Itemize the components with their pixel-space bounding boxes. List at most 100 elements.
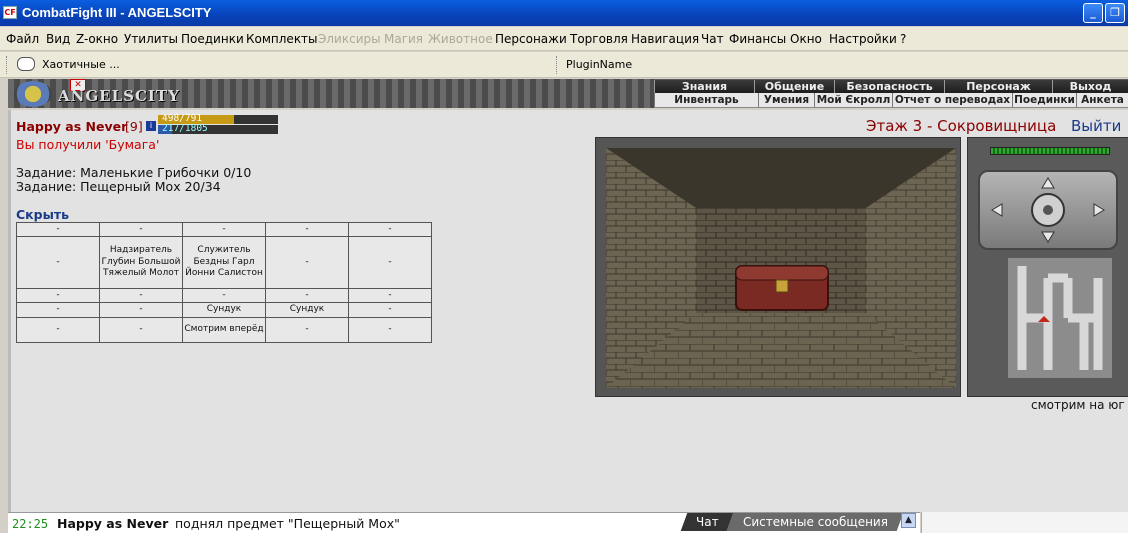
- quest-line: Задание: Маленькие Грибочки 0/10: [16, 165, 252, 180]
- cell[interactable]: -: [265, 222, 349, 237]
- menu-elixirs[interactable]: Эликсиры: [318, 32, 381, 46]
- nav-duels[interactable]: Поединки: [1012, 93, 1076, 107]
- cell-monster[interactable]: Надзиратель Глубин Большой Тяжелый Молот: [99, 236, 183, 289]
- mana-value: 217/1805: [162, 123, 208, 134]
- menu-characters[interactable]: Персонажи: [495, 32, 567, 46]
- nav-my-scroll[interactable]: Мой Єкролл: [814, 93, 892, 107]
- compass-control[interactable]: [978, 170, 1118, 250]
- nav-security[interactable]: Безопасность: [834, 80, 944, 93]
- toolbar-grip[interactable]: [6, 56, 9, 74]
- cell[interactable]: -: [99, 302, 183, 318]
- menu-view[interactable]: Вид: [46, 32, 70, 46]
- game-main: Happy as Never [9] i 498/791 217/1805 Вы…: [8, 110, 1128, 512]
- navigation-panel: [967, 137, 1128, 397]
- chevron-up-icon[interactable]: ▲: [901, 513, 916, 528]
- cell[interactable]: -: [348, 222, 432, 237]
- toolbar-grip-2[interactable]: [556, 56, 559, 74]
- menu-settings[interactable]: Настройки: [829, 32, 897, 46]
- exit-location-link[interactable]: Выйти: [1071, 117, 1121, 135]
- hide-link[interactable]: Скрыть: [16, 207, 69, 222]
- dungeon-view[interactable]: [595, 137, 961, 397]
- menu-help[interactable]: ?: [900, 32, 906, 46]
- menu-chat[interactable]: Чат: [701, 32, 724, 46]
- cell[interactable]: -: [265, 236, 349, 289]
- mana-bar: 217/1805: [158, 123, 278, 134]
- cell[interactable]: -: [16, 236, 100, 289]
- chaotic-battles-button[interactable]: Хаотичные ...: [42, 58, 120, 71]
- app-icon: CF: [3, 6, 17, 19]
- nav-exit[interactable]: Выход: [1052, 80, 1128, 93]
- minimize-button[interactable]: _: [1083, 3, 1103, 23]
- tab-system-messages[interactable]: Системные сообщения: [726, 513, 904, 531]
- arrow-right-icon: [1093, 203, 1105, 217]
- maximize-button[interactable]: ❐: [1105, 3, 1125, 23]
- nav-transfer-report[interactable]: Отчет о переводах: [892, 93, 1012, 107]
- cell[interactable]: -: [265, 317, 349, 343]
- nav-character[interactable]: Персонаж: [944, 80, 1052, 93]
- plugin-name-label[interactable]: PluginName: [566, 58, 632, 71]
- window-title: CombatFight III - ANGELSCITY: [22, 5, 212, 20]
- side-panel-bottom: [921, 512, 1128, 533]
- cell[interactable]: -: [99, 288, 183, 303]
- cell[interactable]: -: [348, 302, 432, 318]
- cell-chest[interactable]: Сундук: [265, 302, 349, 318]
- cell[interactable]: -: [16, 288, 100, 303]
- menu-duels[interactable]: Поединки: [181, 32, 244, 46]
- nav-skills[interactable]: Умения: [758, 93, 814, 107]
- cell[interactable]: -: [348, 288, 432, 303]
- cell[interactable]: -: [16, 317, 100, 343]
- game-header: ✕ ANGELSCITY Знания Общение Безопасность…: [8, 79, 1128, 108]
- cell[interactable]: -: [348, 236, 432, 289]
- player-name[interactable]: Happy as Never: [16, 119, 127, 134]
- menu-kits[interactable]: Комплекты: [246, 32, 318, 46]
- dungeon-room-image: [606, 148, 956, 388]
- menu-file[interactable]: Файл: [6, 32, 39, 46]
- quest-line: Задание: Пещерный Мох 20/34: [16, 179, 221, 194]
- chat-message: поднял предмет "Пещерный Мох": [175, 516, 400, 531]
- game-logo: ANGELSCITY: [58, 87, 180, 105]
- surroundings-table: - - - - - - Надзиратель Глубин Большой Т…: [16, 222, 432, 343]
- cell[interactable]: -: [265, 288, 349, 303]
- arrow-left-icon: [991, 203, 1003, 217]
- cell[interactable]: -: [99, 222, 183, 237]
- menu-window[interactable]: Окно: [790, 32, 822, 46]
- nav-profile[interactable]: Анкета: [1076, 93, 1128, 107]
- chat-sender[interactable]: Happy as Never: [57, 516, 168, 531]
- cell[interactable]: -: [182, 288, 266, 303]
- arrow-up-icon: [1041, 177, 1055, 189]
- facing-direction: смотрим на юг: [1031, 398, 1125, 412]
- menu-navigation[interactable]: Навигация: [631, 32, 699, 46]
- cell[interactable]: -: [16, 222, 100, 237]
- item-received-message: Вы получили 'Бумага': [16, 137, 160, 152]
- cell-chest[interactable]: Сундук: [182, 302, 266, 318]
- menu-bar: Файл Вид Z-окно Утилиты Поединки Комплек…: [0, 27, 1128, 51]
- location-title: Этаж 3 - Сокровищница: [866, 117, 1057, 135]
- cell-current[interactable]: Смотрим вперёд: [182, 317, 266, 343]
- dungeon-minimap[interactable]: [1008, 258, 1112, 378]
- menu-animal[interactable]: Животное: [428, 32, 493, 46]
- city-emblem-icon: [14, 81, 52, 107]
- nav-social[interactable]: Общение: [754, 80, 834, 93]
- title-bar: CF CombatFight III - ANGELSCITY _ ❐: [0, 0, 1128, 26]
- cell[interactable]: -: [348, 317, 432, 343]
- menu-finance[interactable]: Финансы: [729, 32, 786, 46]
- nav-knowledge[interactable]: Знания: [654, 80, 754, 93]
- cell[interactable]: -: [99, 317, 183, 343]
- info-icon[interactable]: i: [146, 121, 156, 131]
- cell-monster[interactable]: Служитель Бездны Гарл Йонни Салистон: [182, 236, 266, 289]
- cell[interactable]: -: [16, 302, 100, 318]
- chat-line: 22:25 Happy as Never поднял предмет "Пещ…: [8, 512, 920, 533]
- arrow-down-icon: [1041, 231, 1055, 243]
- movement-energy-bar: [990, 147, 1110, 155]
- menu-utilities[interactable]: Утилиты: [124, 32, 178, 46]
- menu-z-window[interactable]: Z-окно: [76, 32, 118, 46]
- logo-area: ✕ ANGELSCITY: [8, 79, 654, 108]
- menu-magic[interactable]: Магия: [384, 32, 423, 46]
- nav-inventory[interactable]: Инвентарь: [654, 93, 758, 107]
- player-level: [9]: [125, 119, 143, 134]
- chat-timestamp: 22:25: [12, 517, 49, 531]
- cell[interactable]: -: [182, 222, 266, 237]
- menu-trade[interactable]: Торговля: [570, 32, 628, 46]
- tab-chat[interactable]: Чат: [680, 513, 734, 531]
- toolbar: Хаотичные ... PluginName: [0, 52, 1128, 78]
